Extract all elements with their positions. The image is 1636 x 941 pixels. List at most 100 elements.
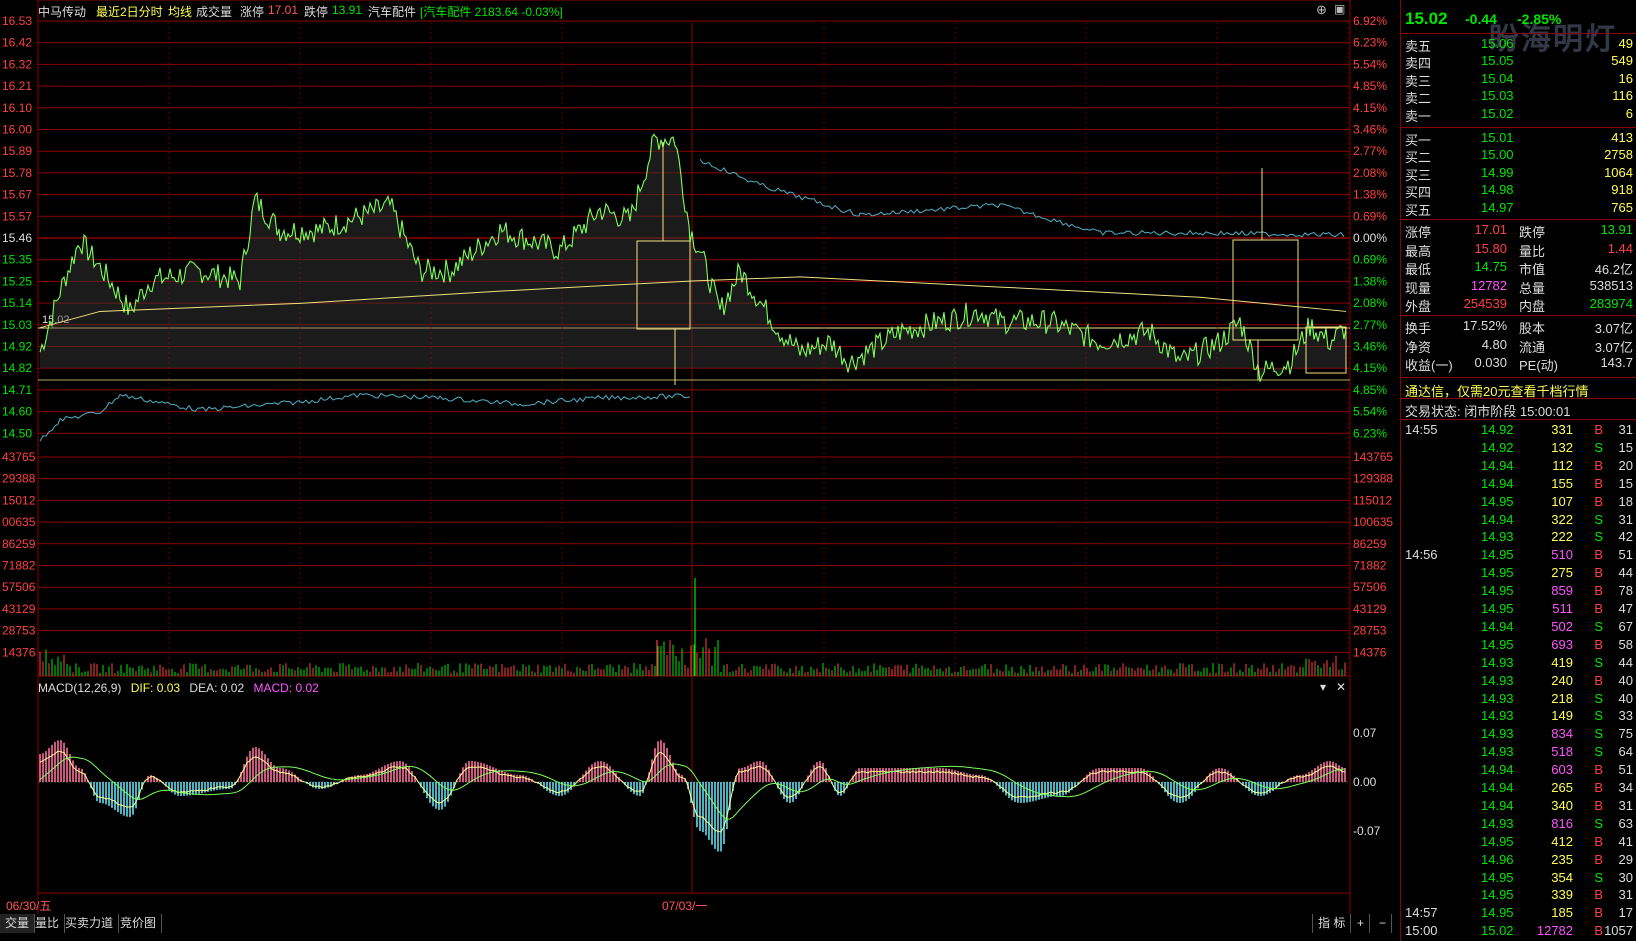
tick-row: 14.93 834 S 75 (1401, 725, 1636, 743)
tick-row: 14.95 339 B 31 (1401, 886, 1636, 904)
sector-name[interactable]: 汽车配件 (368, 3, 416, 20)
bid-row[interactable]: 买五 14.97 765 (1401, 199, 1636, 218)
tick-row: 14.95 511 B 47 (1401, 600, 1636, 618)
tick-price: 14.95 (1481, 869, 1514, 885)
bid-row[interactable]: 买四 14.98 918 (1401, 181, 1636, 200)
tick-price: 14.93 (1481, 690, 1514, 706)
sector-quote[interactable]: [汽车配件 2183.64 -0.03%] (420, 3, 563, 20)
ask-volume: 16 (1618, 70, 1633, 86)
macd-dea: DEA: 0.02 (189, 681, 245, 695)
indicator-button[interactable]: 指 标 (1312, 914, 1352, 933)
intraday-chart[interactable]: 16.53 6.92%16.42 6.23%16.32 5.54%16.21 4.85%… (0, 0, 1400, 914)
tick-row: 14.96 235 B 29 (1401, 851, 1636, 869)
tick-volume: 240 (1551, 672, 1573, 688)
tick-count: 51 (1618, 762, 1633, 778)
stat-value: 12782 (1470, 277, 1507, 293)
window-icon[interactable]: ▣ (1334, 2, 1345, 16)
bid-row[interactable]: 买一 15.01 413 (1401, 129, 1636, 148)
volume-tick-label: 129388 (1353, 472, 1393, 486)
tick-side: B (1594, 833, 1603, 849)
tick-count: 18 (1618, 493, 1633, 509)
tick-row: 14.93 419 S 44 (1401, 654, 1636, 672)
tab-buy-sell-force[interactable]: 买卖力道 (60, 914, 120, 933)
stat-label: 总量 (1519, 280, 1546, 296)
stock-name[interactable]: 中马传动 (38, 3, 86, 20)
ask-row[interactable]: 卖三 15.04 16 (1401, 70, 1636, 89)
tick-price: 14.94 (1481, 780, 1514, 795)
tick-count: 67 (1618, 618, 1633, 634)
tick-count: 42 (1618, 529, 1633, 545)
tick-time: 15:00 (1405, 923, 1438, 939)
ask-price: 15.05 (1481, 53, 1514, 69)
stat-value: 17.01 (1474, 222, 1507, 237)
tick-side: S (1594, 869, 1603, 885)
ask-level-label: 卖一 (1405, 108, 1432, 124)
dropdown-icon[interactable]: ▾ (1320, 680, 1326, 694)
tick-count: 33 (1618, 708, 1633, 724)
tick-price: 14.94 (1481, 511, 1514, 527)
close-icon[interactable]: ✕ (1336, 680, 1346, 694)
zoom-plus-button[interactable]: + (1352, 914, 1371, 933)
price-tick-label: 15.25 (2, 274, 32, 288)
mode-label[interactable]: 最近2日分时 (96, 3, 163, 20)
tick-volume: 412 (1551, 833, 1573, 849)
stat-value: 538513 (1589, 277, 1633, 293)
ask-row[interactable]: 卖五 15.06 49 (1401, 35, 1636, 54)
stat2-label: 换手 (1405, 321, 1432, 336)
tick-side: S (1594, 708, 1603, 724)
stat-label: 最低 (1405, 262, 1432, 278)
bid-row[interactable]: 买三 14.99 1064 (1401, 164, 1636, 183)
ask-row[interactable]: 卖四 15.05 549 (1401, 52, 1636, 71)
avg-line-label: 均线 (168, 5, 193, 19)
tick-side: B (1594, 601, 1603, 616)
tick-side: S (1594, 654, 1603, 670)
bid-volume: 765 (1611, 199, 1633, 215)
limit-up-value: 17.01 (268, 3, 299, 17)
pct-tick-label: 3.46% (1353, 123, 1387, 137)
tick-count: 44 (1618, 654, 1633, 670)
tick-row: 14.94 265 B 34 (1401, 779, 1636, 797)
stat-value: 1.44 (1607, 240, 1633, 256)
tick-count: 51 (1618, 547, 1633, 563)
tab-auction[interactable]: 竞价图 (115, 914, 163, 933)
volume-tick-label: 86259 (1353, 537, 1387, 551)
promo-link[interactable]: 通达信，仅需20元查看千档行情 (1401, 380, 1636, 399)
zoom-in-icon[interactable]: ⊕ (1316, 2, 1327, 18)
tick-price: 14.95 (1481, 547, 1514, 563)
tick-side: B (1594, 636, 1603, 652)
stat2-row: 换手 17.52% 股本 3.07亿 (1401, 317, 1636, 336)
bottom-tab-bar: 交量 量比 买卖力道 竞价图 指 标 + − (0, 914, 1400, 941)
volume-tick-label-left: 28753 (2, 624, 36, 638)
stat-row: 最高 15.80 量比 1.44 (1401, 240, 1636, 259)
tick-price: 14.93 (1481, 654, 1514, 670)
tick-volume: 834 (1551, 726, 1573, 742)
pct-tick-label: 2.08% (1353, 296, 1387, 310)
pct-tick-label: 4.85% (1353, 79, 1387, 93)
tick-side: B (1594, 887, 1603, 903)
tick-volume: 222 (1551, 529, 1573, 545)
tick-price: 14.94 (1481, 475, 1514, 491)
tick-side: B (1594, 851, 1603, 867)
stat-label: 外盘 (1405, 299, 1432, 315)
price-tick-label: 15.78 (2, 166, 32, 180)
tick-row: 14.94 340 B 31 (1401, 797, 1636, 815)
price-tick-label: 15.57 (2, 209, 32, 223)
bid-row[interactable]: 买二 15.00 2758 (1401, 146, 1636, 165)
tick-count: 58 (1618, 636, 1633, 652)
volume-tick-label: 143765 (1353, 450, 1393, 464)
tick-side: B (1594, 923, 1603, 939)
price-tick-label: 16.00 (2, 123, 32, 137)
pct-tick-label: 0.00% (1353, 231, 1387, 245)
tick-price: 14.92 (1481, 439, 1514, 455)
tick-row: 14.93 218 S 40 (1401, 690, 1636, 708)
limit-down-label: 跌停 (304, 5, 329, 19)
zoom-minus-button[interactable]: − (1374, 914, 1393, 933)
tick-row: 15:00 15.02 12782 B 1057 (1401, 922, 1636, 940)
ask-row[interactable]: 卖一 15.02 6 (1401, 105, 1636, 124)
tick-price: 15.02 (1481, 923, 1514, 939)
last-price: 15.02 (1405, 9, 1448, 28)
quote-panel: 15.02 -0.44 -2.85% 盼海明灯 卖五 15.06 49 卖四 15.05… (1400, 0, 1636, 941)
stat-label: 最高 (1405, 243, 1432, 259)
ask-row[interactable]: 卖二 15.03 116 (1401, 87, 1636, 106)
tick-count: 31 (1618, 887, 1633, 903)
